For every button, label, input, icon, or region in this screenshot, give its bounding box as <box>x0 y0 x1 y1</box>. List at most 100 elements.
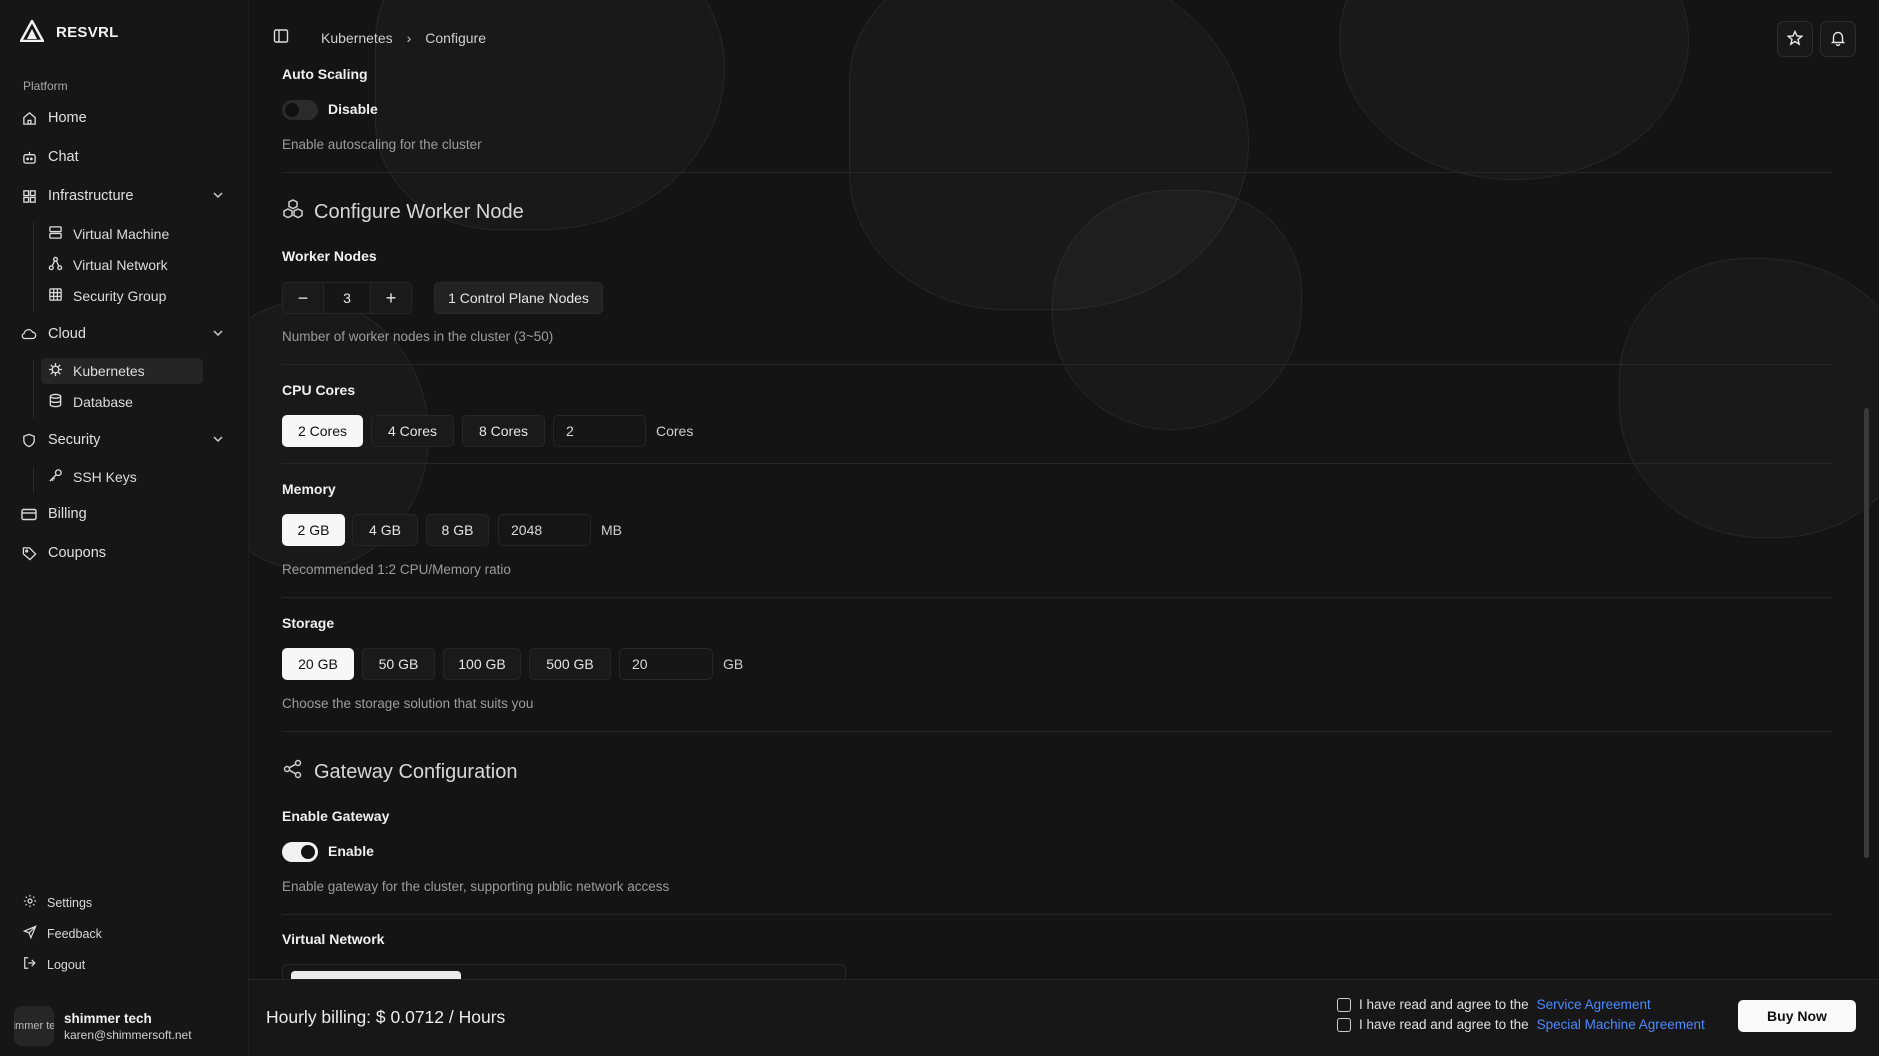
shield-icon <box>20 431 38 449</box>
auto-scaling-toggle[interactable] <box>282 100 318 120</box>
cpu-option-2[interactable]: 2 Cores <box>282 415 363 447</box>
agree-text: I have read and agree to the <box>1359 1017 1529 1032</box>
memory-option-2gb[interactable]: 2 GB <box>282 514 345 546</box>
sidebar-item-home[interactable]: Home <box>20 102 225 134</box>
cpu-cores-label: CPU Cores <box>282 382 356 398</box>
breadcrumb: Kubernetes › Configure <box>273 28 486 47</box>
notifications-button[interactable] <box>1820 21 1856 57</box>
chevron-down-icon <box>211 326 225 344</box>
cpu-option-8[interactable]: 8 Cores <box>462 415 545 447</box>
submenu-guide-line <box>33 222 34 312</box>
sidebar: RESVRL Platform Home Chat Infrastructure… <box>0 0 249 1056</box>
auto-scaling-help: Enable autoscaling for the cluster <box>282 137 482 152</box>
platform-section-label: Platform <box>23 79 68 93</box>
storage-unit: GB <box>723 656 744 672</box>
special-agreement-checkbox[interactable] <box>1337 1017 1351 1032</box>
database-icon <box>48 393 63 411</box>
gateway-toggle[interactable] <box>282 842 318 862</box>
divider <box>282 364 1832 365</box>
sidebar-item-database[interactable]: Database <box>41 389 203 415</box>
memory-option-8gb[interactable]: 8 GB <box>426 514 489 546</box>
background-shape <box>1052 190 1302 430</box>
gateway-state: Enable <box>328 843 374 859</box>
sidebar-item-kubernetes[interactable]: Kubernetes <box>41 358 203 384</box>
share-nodes-icon <box>282 758 304 786</box>
storage-option-100gb[interactable]: 100 GB <box>443 648 521 680</box>
gateway-help: Enable gateway for the cluster, supporti… <box>282 879 670 894</box>
sidebar-item-security[interactable]: Security <box>20 424 225 456</box>
memory-help: Recommended 1:2 CPU/Memory ratio <box>282 562 511 577</box>
divider <box>282 914 1832 915</box>
sidebar-item-cloud[interactable]: Cloud <box>20 318 225 350</box>
sidebar-item-coupons[interactable]: Coupons <box>20 537 225 569</box>
section-title-text: Gateway Configuration <box>314 760 518 783</box>
storage-option-20gb[interactable]: 20 GB <box>282 648 354 680</box>
grid-table-icon <box>48 287 63 305</box>
sidebar-item-label: Feedback <box>47 926 102 941</box>
chevron-down-icon <box>211 188 225 206</box>
key-icon <box>48 468 63 486</box>
memory-label: Memory <box>282 481 336 497</box>
special-agreement-link[interactable]: Special Machine Agreement <box>1537 1017 1705 1032</box>
favorite-button[interactable] <box>1777 21 1813 57</box>
control-plane-badge: 1 Control Plane Nodes <box>434 282 603 314</box>
enable-gateway-label: Enable Gateway <box>282 808 390 824</box>
sidebar-item-logout[interactable]: Logout <box>23 956 85 973</box>
sidebar-item-label: Settings <box>47 895 93 910</box>
scrollbar[interactable] <box>1864 408 1869 858</box>
sidebar-toggle-icon[interactable] <box>273 28 289 47</box>
helm-icon <box>48 362 63 380</box>
checkout-footer: Hourly billing: $ 0.0712 / Hours I have … <box>249 979 1879 1056</box>
brand[interactable]: RESVRL <box>19 19 119 45</box>
memory-option-4gb[interactable]: 4 GB <box>352 514 418 546</box>
cpu-option-4[interactable]: 4 Cores <box>371 415 454 447</box>
increment-button[interactable]: + <box>371 283 411 313</box>
divider <box>282 597 1832 598</box>
storage-label: Storage <box>282 615 335 631</box>
service-agreement-link[interactable]: Service Agreement <box>1537 997 1651 1012</box>
worker-node-section-title: Configure Worker Node <box>282 198 524 226</box>
user-profile[interactable]: shimmer tech shimmer tech karen@shimmers… <box>14 1006 192 1046</box>
sidebar-item-infrastructure[interactable]: Infrastructure <box>20 180 225 212</box>
storage-help: Choose the storage solution that suits y… <box>282 696 534 711</box>
special-agreement-row: I have read and agree to the Special Mac… <box>1337 1017 1705 1032</box>
home-icon <box>20 109 38 127</box>
sidebar-item-label: Virtual Network <box>73 257 168 273</box>
agree-text: I have read and agree to the <box>1359 997 1529 1012</box>
sidebar-item-ssh-keys[interactable]: SSH Keys <box>41 464 203 490</box>
worker-nodes-stepper[interactable]: − 3 + <box>282 282 412 314</box>
brand-name: RESVRL <box>56 24 119 41</box>
sidebar-item-label: Home <box>48 110 87 126</box>
sidebar-item-label: Cloud <box>48 326 86 342</box>
breadcrumb-parent[interactable]: Kubernetes <box>321 30 393 46</box>
chevron-down-icon <box>211 432 225 450</box>
sidebar-item-label: Billing <box>48 506 87 522</box>
sidebar-item-feedback[interactable]: Feedback <box>22 925 102 942</box>
logout-icon <box>23 956 37 973</box>
memory-custom-input[interactable]: 2048 <box>498 514 591 546</box>
sidebar-item-virtual-machine[interactable]: Virtual Machine <box>41 221 203 247</box>
sidebar-item-chat[interactable]: Chat <box>20 141 225 173</box>
divider <box>282 731 1832 732</box>
server-icon <box>48 225 63 243</box>
storage-custom-input[interactable]: 20 <box>619 648 713 680</box>
sidebar-item-label: Chat <box>48 149 79 165</box>
sidebar-item-virtual-network[interactable]: Virtual Network <box>41 252 203 278</box>
sidebar-item-label: SSH Keys <box>73 469 137 485</box>
section-title-text: Configure Worker Node <box>314 200 524 223</box>
sidebar-item-security-group[interactable]: Security Group <box>41 283 203 309</box>
star-icon <box>1786 29 1804 49</box>
buy-now-button[interactable]: Buy Now <box>1738 1000 1856 1032</box>
storage-option-500gb[interactable]: 500 GB <box>529 648 611 680</box>
bot-icon <box>20 148 38 166</box>
worker-nodes-value[interactable]: 3 <box>323 283 371 313</box>
sidebar-item-billing[interactable]: Billing <box>20 498 225 530</box>
sidebar-item-settings[interactable]: Settings <box>23 894 92 911</box>
gear-icon <box>23 894 37 911</box>
storage-option-50gb[interactable]: 50 GB <box>362 648 435 680</box>
sidebar-item-label: Logout <box>47 957 86 972</box>
service-agreement-checkbox[interactable] <box>1337 997 1351 1012</box>
cpu-custom-input[interactable]: 2 <box>553 415 646 447</box>
decrement-button[interactable]: − <box>283 283 323 313</box>
breadcrumb-current: Configure <box>425 29 486 46</box>
